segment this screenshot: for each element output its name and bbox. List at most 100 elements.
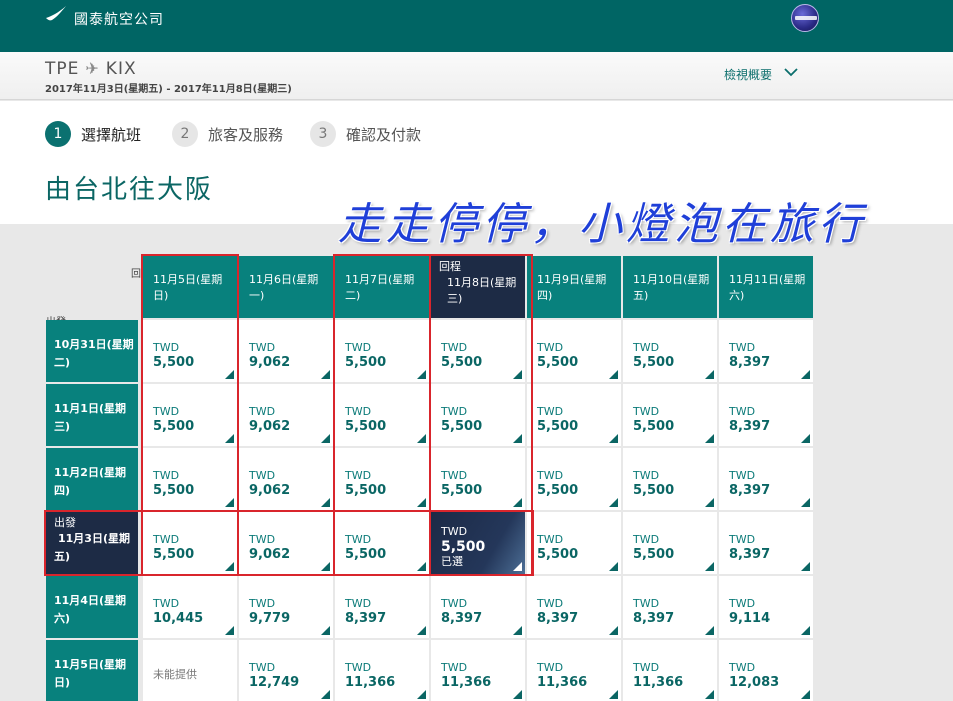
header-line: 11月6日(星期 [249, 273, 319, 286]
depart-date-header[interactable]: 11月4日(星期 六) [46, 576, 138, 638]
fare-currency: TWD [249, 533, 276, 546]
step-number: 2 [172, 121, 198, 147]
depart-date-header[interactable]: 11月2日(星期 四) [46, 448, 138, 510]
fare-cell[interactable]: TWD 11,366 [335, 640, 429, 701]
fare-amount: 9,779 [249, 611, 291, 626]
corner-triangle-icon [225, 626, 234, 635]
fare-cell[interactable]: TWD 8,397 [719, 448, 813, 510]
fare-amount: 8,397 [729, 483, 771, 498]
return-date-header[interactable]: 11月5日(星期 日) [143, 256, 237, 318]
fare-amount: 9,114 [729, 611, 771, 626]
corner-triangle-icon [513, 690, 522, 699]
header-line: 11月5日(星期 [54, 658, 126, 671]
step-passengers-services[interactable]: 2 旅客及服務 [172, 121, 283, 147]
fare-amount: 5,500 [153, 419, 195, 434]
fare-cell[interactable]: TWD 8,397 [623, 576, 717, 638]
fare-amount: 9,062 [249, 547, 291, 562]
fare-cell[interactable]: TWD 5,500 [431, 384, 525, 446]
fare-cell[interactable]: TWD 5,500 [143, 512, 237, 574]
return-date-header[interactable]: 11月7日(星期 二) [335, 256, 429, 318]
header-line: 日) [54, 676, 71, 689]
fare-amount: 5,500 [441, 483, 483, 498]
fare-cell[interactable]: TWD 8,397 [527, 576, 621, 638]
fare-cell[interactable]: TWD 8,397 [335, 576, 429, 638]
fare-cell[interactable]: TWD 8,397 [431, 576, 525, 638]
depart-date-header[interactable]: 11月5日(星期 日) [46, 640, 138, 701]
fare-cell[interactable]: TWD 9,062 [239, 448, 333, 510]
fare-cell[interactable]: TWD 5,500 [527, 384, 621, 446]
fare-cell[interactable]: TWD 5,500 [527, 320, 621, 382]
fare-cell[interactable]: TWD 9,779 [239, 576, 333, 638]
fare-cell[interactable]: TWD 5,500 [143, 320, 237, 382]
fare-amount: 11,366 [633, 675, 684, 690]
corner-triangle-icon [513, 562, 522, 571]
fare-cell[interactable]: TWD 9,114 [719, 576, 813, 638]
fare-cell[interactable]: TWD 12,749 [239, 640, 333, 701]
fare-amount: 8,397 [441, 611, 483, 626]
fare-currency: TWD [729, 661, 756, 674]
fare-amount: 5,500 [537, 355, 579, 370]
corner-triangle-icon [801, 562, 810, 571]
fare-cell[interactable]: TWD 5,500 [335, 320, 429, 382]
chevron-down-icon[interactable] [784, 65, 798, 79]
fare-amount: 5,500 [345, 355, 387, 370]
corner-triangle-icon [609, 434, 618, 443]
fare-cell[interactable]: TWD 5,500 [527, 512, 621, 574]
fare-cell[interactable]: TWD 10,445 [143, 576, 237, 638]
fare-cell[interactable]: TWD 9,062 [239, 384, 333, 446]
corner-triangle-icon [609, 626, 618, 635]
fare-currency: TWD [441, 597, 468, 610]
step-select-flight[interactable]: 1 選擇航班 [45, 121, 141, 147]
fare-cell-selected[interactable]: TWD 5,500 已選 [431, 512, 525, 574]
brand-name[interactable]: 國泰航空公司 [74, 9, 164, 29]
fare-currency: TWD [537, 405, 564, 418]
fare-cell[interactable]: TWD 9,062 [239, 320, 333, 382]
fare-cell[interactable]: TWD 5,500 [143, 448, 237, 510]
fare-cell[interactable]: TWD 5,500 [335, 512, 429, 574]
fare-cell[interactable]: TWD 9,062 [239, 512, 333, 574]
fare-currency: TWD [633, 341, 660, 354]
corner-triangle-icon [225, 562, 234, 571]
fare-cell[interactable]: TWD 5,500 [623, 320, 717, 382]
fare-cell[interactable]: TWD 8,397 [719, 320, 813, 382]
fare-cell[interactable]: TWD 5,500 [623, 512, 717, 574]
corner-triangle-icon [225, 498, 234, 507]
fare-cell[interactable]: TWD 5,500 [623, 384, 717, 446]
fare-currency: TWD [249, 661, 276, 674]
return-date-header[interactable]: 11月9日(星期 四) [527, 256, 621, 318]
return-date-header[interactable]: 11月6日(星期 一) [239, 256, 333, 318]
return-date-header[interactable]: 11月11日(星期 六) [719, 256, 813, 318]
fare-cell[interactable]: TWD 5,500 [527, 448, 621, 510]
return-date-header[interactable]: 11月10日(星期 五) [623, 256, 717, 318]
fare-cell[interactable]: TWD 5,500 [623, 448, 717, 510]
fare-amount: 5,500 [153, 355, 195, 370]
fare-cell[interactable]: TWD 5,500 [143, 384, 237, 446]
depart-date-header[interactable]: 10月31日(星期 二) [46, 320, 138, 382]
corner-triangle-icon [321, 434, 330, 443]
fare-amount: 5,500 [345, 483, 387, 498]
view-overview-link[interactable]: 檢視概要 [724, 66, 772, 83]
fare-cell[interactable]: TWD 5,500 [335, 448, 429, 510]
fare-cell[interactable]: TWD 5,500 [431, 320, 525, 382]
header-line: 11月3日(星期 [58, 532, 130, 545]
fare-amount: 5,500 [633, 355, 675, 370]
fare-amount: 5,500 [633, 483, 675, 498]
corner-triangle-icon [609, 498, 618, 507]
fare-cell[interactable]: TWD 5,500 [335, 384, 429, 446]
step-confirm-payment[interactable]: 3 確認及付款 [310, 121, 421, 147]
fare-cell[interactable]: TWD 12,083 [719, 640, 813, 701]
fare-cell[interactable]: TWD 11,366 [623, 640, 717, 701]
corner-triangle-icon [609, 370, 618, 379]
fare-cell[interactable]: TWD 11,366 [527, 640, 621, 701]
fare-amount: 5,500 [537, 547, 579, 562]
return-date-header-selected[interactable]: 回程 11月8日(星期 三) [431, 256, 525, 318]
fare-cell[interactable]: TWD 5,500 [431, 448, 525, 510]
fare-cell[interactable]: TWD 11,366 [431, 640, 525, 701]
depart-date-header-selected[interactable]: 出發 11月3日(星期 五) [46, 512, 138, 574]
fare-cell[interactable]: TWD 8,397 [719, 384, 813, 446]
corner-triangle-icon [417, 498, 426, 507]
corner-triangle-icon [513, 498, 522, 507]
fare-cell[interactable]: TWD 8,397 [719, 512, 813, 574]
corner-triangle-icon [417, 690, 426, 699]
depart-date-header[interactable]: 11月1日(星期 三) [46, 384, 138, 446]
